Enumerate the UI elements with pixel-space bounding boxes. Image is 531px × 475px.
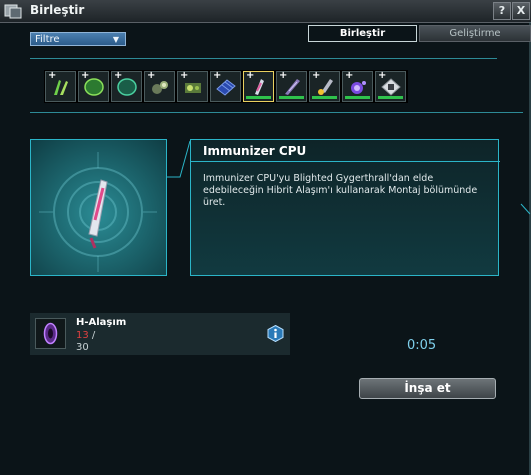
item-preview <box>30 139 167 276</box>
help-button[interactable]: ? <box>493 2 511 20</box>
requirement-slot[interactable] <box>35 318 66 349</box>
requirement-separator: / <box>88 330 96 341</box>
item-slot[interactable]: + <box>177 70 208 102</box>
connector-line <box>166 140 191 178</box>
requirement-name: H-Alaşım <box>76 317 127 328</box>
progress-bar <box>312 96 337 99</box>
item-slot[interactable]: + <box>309 70 340 102</box>
tab-merge[interactable]: Birleştir <box>308 25 417 42</box>
item-selector-bar: + + + + + + + + + + + <box>44 70 408 103</box>
item-slot[interactable]: + <box>144 70 175 102</box>
progress-bar <box>345 96 370 99</box>
item-slot[interactable]: + <box>210 70 241 102</box>
divider <box>30 58 497 59</box>
item-slot[interactable]: + <box>375 70 406 102</box>
shield-icon <box>84 78 104 96</box>
window-side-frame <box>520 22 531 475</box>
requirement-have: 13 <box>76 330 89 341</box>
drone-icon <box>152 81 168 94</box>
window-title: Birleştir <box>30 3 85 17</box>
item-slot[interactable]: + <box>342 70 373 102</box>
item-slot[interactable]: + <box>78 70 109 102</box>
item-slot[interactable]: + <box>111 70 142 102</box>
window-titlebar[interactable]: Birleştir ? X <box>0 0 531 23</box>
build-button[interactable]: İnşa et <box>359 378 496 399</box>
chip-icon <box>381 78 401 96</box>
item-description: Immunizer CPU'yu Blighted Gygerthrall'da… <box>203 173 478 208</box>
alloy-icon <box>43 322 58 345</box>
module-icon <box>185 83 201 93</box>
divider <box>30 112 523 113</box>
item-slot[interactable]: + <box>276 70 307 102</box>
cpu-icon <box>255 79 264 95</box>
grid-icon <box>216 79 236 96</box>
build-timer: 0:05 <box>407 338 437 353</box>
tab-upgrade[interactable]: Geliştirme <box>419 25 531 42</box>
filter-label: Filtre <box>35 34 60 45</box>
launcher-icon <box>318 79 333 95</box>
requirement-need: 30 <box>76 342 89 353</box>
requirement-row: H-Alaşım 13 / 30 <box>30 313 290 355</box>
divider <box>191 161 500 162</box>
orb-icon <box>351 81 366 94</box>
tab-bar: Birleştir Geliştirme <box>305 25 531 42</box>
cpu-preview-icon <box>39 152 157 272</box>
chevron-down-icon: ▼ <box>112 35 119 44</box>
progress-bar <box>279 96 304 99</box>
filter-dropdown[interactable]: Filtre ▼ <box>30 32 126 46</box>
item-title: Immunizer CPU <box>203 144 307 158</box>
info-icon[interactable] <box>267 325 284 342</box>
blade-icon <box>285 79 300 95</box>
generator-icon <box>117 78 137 96</box>
description-panel: Immunizer CPU Immunizer CPU'yu Blighted … <box>190 139 500 276</box>
progress-bar <box>378 96 403 99</box>
ammo-icon <box>54 80 68 95</box>
item-slot-selected[interactable]: + <box>243 70 274 102</box>
requirement-count: 13 / <box>76 330 95 341</box>
merge-icon <box>4 4 22 19</box>
item-slot[interactable]: + <box>45 70 76 102</box>
progress-bar <box>246 96 271 99</box>
